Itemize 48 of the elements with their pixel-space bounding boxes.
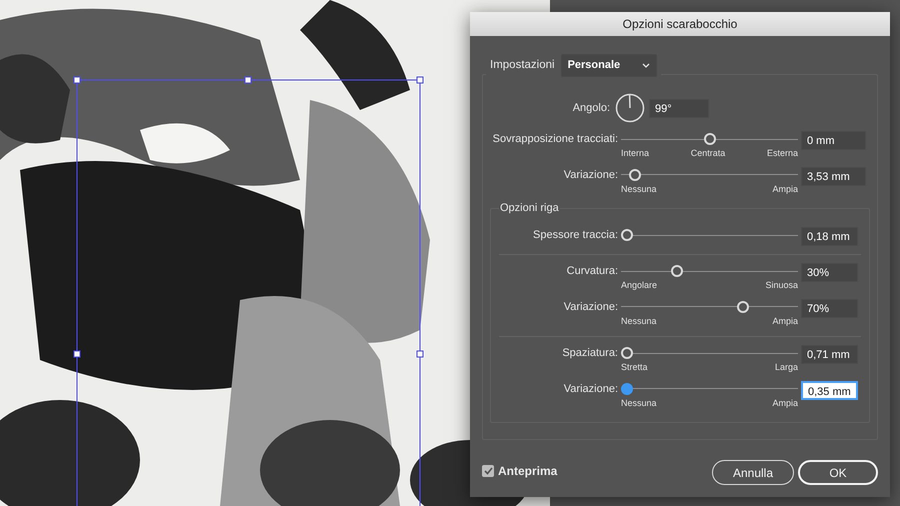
tick-label: Ampia bbox=[772, 182, 798, 196]
section-title: Opzioni riga bbox=[499, 202, 560, 215]
slider-label: Sovrapposizione tracciati: bbox=[492, 132, 619, 147]
ok-button[interactable]: OK bbox=[798, 460, 878, 485]
slider-track[interactable] bbox=[621, 382, 798, 394]
slider-track[interactable] bbox=[621, 300, 798, 312]
slider-thumb[interactable] bbox=[621, 382, 633, 394]
tick-label: Nessuna bbox=[621, 396, 657, 410]
slider-track[interactable] bbox=[621, 265, 798, 277]
preview-label: Anteprima bbox=[498, 462, 558, 480]
value-field[interactable]: 70% bbox=[801, 298, 858, 318]
tick-label: Ampia bbox=[772, 396, 798, 410]
settings-label: Impostazioni bbox=[490, 58, 555, 73]
preview-checkbox[interactable] bbox=[482, 464, 494, 476]
value-field[interactable]: 3,53 mm bbox=[801, 166, 866, 186]
slider-label: Variazione: bbox=[562, 168, 619, 182]
value-field[interactable]: 0,71 mm bbox=[801, 345, 858, 364]
dialog-title: Opzioni scarabocchio bbox=[470, 12, 890, 36]
tick-label: Esterna bbox=[766, 147, 798, 160]
settings-dropdown[interactable]: Personale bbox=[560, 54, 658, 76]
tick-label: Interna bbox=[621, 147, 650, 160]
slider-track[interactable] bbox=[621, 347, 798, 359]
value-field[interactable]: 0,35 mm bbox=[801, 380, 858, 400]
value-field[interactable]: 0 mm bbox=[801, 131, 866, 150]
check-icon bbox=[484, 466, 492, 474]
tick-label: Larga bbox=[774, 361, 798, 374]
slider-label: Variazione: bbox=[562, 382, 619, 396]
slider-track[interactable] bbox=[621, 229, 798, 241]
value-field[interactable]: 0,18 mm bbox=[801, 227, 858, 246]
slider-track[interactable] bbox=[621, 133, 798, 145]
tick-label: Stretta bbox=[621, 361, 648, 374]
tick-label: Ampia bbox=[772, 314, 798, 328]
angle-label: Angolo: bbox=[572, 100, 611, 116]
slider-label: Variazione: bbox=[562, 300, 619, 314]
chevron-icon bbox=[642, 62, 650, 68]
tick-label: Centrata bbox=[690, 147, 726, 160]
cancel-button[interactable]: Annulla bbox=[712, 460, 794, 485]
slider-label: Spessore traccia: bbox=[532, 228, 619, 243]
value-field[interactable]: 30% bbox=[801, 263, 858, 282]
angle-dial[interactable] bbox=[615, 93, 645, 123]
tick-label: Angolare bbox=[621, 279, 658, 292]
tick-label: Nessuna bbox=[621, 182, 657, 196]
slider-label: Curvatura: bbox=[566, 264, 619, 279]
angle-field[interactable]: 99° bbox=[649, 98, 709, 118]
slider-label: Spaziatura: bbox=[561, 346, 619, 361]
slider-track[interactable] bbox=[621, 168, 798, 180]
tick-label: Sinuosa bbox=[765, 279, 798, 292]
tick-label: Nessuna bbox=[621, 314, 657, 328]
